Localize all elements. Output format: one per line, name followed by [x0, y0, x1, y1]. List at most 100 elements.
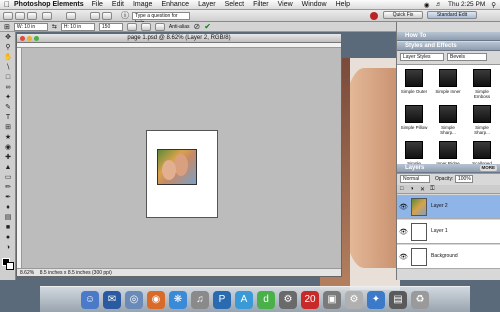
menu-enhance[interactable]: Enhance: [161, 1, 189, 8]
print-icon[interactable]: [42, 12, 52, 20]
eraser-tool-icon[interactable]: ▭: [3, 174, 13, 182]
documents-folder-icon[interactable]: ▤: [389, 290, 407, 309]
canvas-area[interactable]: [22, 48, 341, 268]
menu-layer[interactable]: Layer: [198, 1, 216, 8]
photoshop-icon[interactable]: P: [213, 290, 231, 309]
effect-tile[interactable]: Simple Sharp...: [433, 103, 463, 137]
system-preferences-icon[interactable]: ⚙: [345, 290, 363, 309]
mail-icon[interactable]: ✉: [103, 290, 121, 309]
clone-stamp-tool-icon[interactable]: ▲: [3, 164, 13, 172]
new-layer-icon[interactable]: □: [400, 186, 404, 192]
lock-icon[interactable]: ⚿: [430, 186, 435, 193]
background-color-swatch[interactable]: [6, 262, 14, 270]
effect-tile[interactable]: Simple Inner: [433, 67, 463, 101]
redo-icon[interactable]: [102, 12, 112, 20]
itunes-icon[interactable]: ♫: [191, 290, 209, 309]
how-to-panel-header[interactable]: How To: [397, 32, 500, 41]
zoom-level[interactable]: 8.62%: [20, 270, 34, 276]
menu-view[interactable]: View: [278, 1, 293, 8]
crop-tool-icon[interactable]: ⊞: [4, 23, 10, 31]
flag-icon[interactable]: [370, 12, 378, 20]
layer-row-layer-1[interactable]: 👁 Layer 1: [397, 220, 500, 244]
menu-filter[interactable]: Filter: [253, 1, 269, 8]
selection-brush-tool-icon[interactable]: ✎: [3, 104, 13, 112]
commit-icon[interactable]: ✔: [204, 22, 211, 31]
marquee-tool-icon[interactable]: □: [3, 74, 13, 82]
acrobat-icon[interactable]: A: [235, 290, 253, 309]
sponge-tool-icon[interactable]: ◑: [3, 244, 13, 252]
open-icon[interactable]: [15, 12, 25, 20]
blend-mode-select[interactable]: Normal: [400, 175, 430, 183]
volume-icon[interactable]: ♬: [436, 1, 443, 8]
lasso-tool-icon[interactable]: ∞: [3, 84, 13, 92]
utility-icon[interactable]: ⚙: [279, 290, 297, 309]
eyedropper-tool-icon[interactable]: ∖: [3, 64, 13, 72]
close-icon[interactable]: [20, 36, 25, 41]
menu-edit[interactable]: Edit: [112, 1, 124, 8]
document-title-bar[interactable]: page 1.psd @ 8.62% (Layer 2, RGB/8): [17, 34, 341, 43]
menu-select[interactable]: Select: [225, 1, 244, 8]
layer-row-background[interactable]: 👁 Background: [397, 245, 500, 269]
undo-icon[interactable]: [90, 12, 100, 20]
opacity-field[interactable]: 100%: [455, 175, 473, 183]
swap-icon[interactable]: ⇆: [52, 23, 57, 30]
apple-icon[interactable]: : [0, 0, 14, 9]
save-icon[interactable]: [27, 12, 37, 20]
new-icon[interactable]: [3, 12, 13, 20]
dreamweaver-icon[interactable]: d: [257, 290, 275, 309]
eye-icon[interactable]: 👁: [399, 203, 408, 211]
magic-wand-tool-icon[interactable]: ✦: [3, 94, 13, 102]
zoom-icon[interactable]: [34, 36, 39, 41]
effect-tile[interactable]: Simple Emboss: [467, 67, 497, 101]
layers-more-button[interactable]: MORE: [479, 165, 497, 171]
layer-2-photo[interactable]: [157, 149, 197, 185]
dashboard-icon[interactable]: ◎: [125, 290, 143, 309]
finder-icon[interactable]: ☺: [81, 290, 99, 309]
cancel-icon[interactable]: ⊘: [193, 22, 200, 31]
effect-tile[interactable]: Simple Sharp...: [467, 103, 497, 137]
photo-browser-icon[interactable]: [66, 12, 76, 20]
trash-icon[interactable]: ♻: [411, 290, 429, 309]
italic-icon[interactable]: [154, 22, 165, 31]
cookie-cutter-tool-icon[interactable]: ★: [3, 134, 13, 142]
effect-tile[interactable]: Simple Pillow: [399, 103, 429, 137]
document-size-info[interactable]: 8.5 inches x 8.5 inches (300 ppi): [40, 270, 112, 276]
app-store-icon[interactable]: ✦: [367, 290, 385, 309]
styles-category-select[interactable]: Layer Styles: [400, 53, 444, 61]
adjustment-layer-icon[interactable]: ◑: [410, 186, 414, 192]
help-search-input[interactable]: Type a question for help: [132, 12, 190, 26]
menu-window[interactable]: Window: [302, 1, 327, 8]
eye-icon[interactable]: 👁: [399, 253, 408, 261]
minimize-icon[interactable]: [27, 36, 32, 41]
crop-icon[interactable]: ⊞: [3, 124, 13, 132]
spotlight-icon[interactable]: ⚲: [491, 1, 496, 9]
height-field[interactable]: H: 10 in: [60, 22, 95, 31]
resolution-field[interactable]: 150: [98, 22, 123, 31]
brush-tool-icon[interactable]: ✒: [3, 194, 13, 202]
shape-tool-icon[interactable]: ■: [3, 224, 13, 232]
effect-tile[interactable]: Simple Outer: [399, 67, 429, 101]
standard-edit-button[interactable]: Standard Edit: [427, 11, 477, 19]
layer-row-layer-2[interactable]: 👁 Layer 2: [397, 195, 500, 219]
styles-subcategory-select[interactable]: Bevels: [447, 53, 487, 61]
safari-icon[interactable]: ❋: [169, 290, 187, 309]
healing-brush-tool-icon[interactable]: ✚: [3, 154, 13, 162]
menu-help[interactable]: Help: [336, 1, 350, 8]
bold-icon[interactable]: [140, 22, 151, 31]
pencil-tool-icon[interactable]: ✏: [3, 184, 13, 192]
layers-panel-header[interactable]: Layers MORE: [397, 164, 500, 173]
move-tool-icon[interactable]: ✥: [3, 34, 13, 42]
hand-tool-icon[interactable]: ✋: [3, 54, 13, 62]
antialias-checkbox[interactable]: Anti-alias: [169, 24, 190, 30]
firefox-icon[interactable]: ◉: [147, 290, 165, 309]
width-field[interactable]: W: 10 in: [13, 22, 48, 31]
styles-panel-header[interactable]: Styles and Effects: [397, 42, 500, 51]
app-menu[interactable]: Photoshop Elements: [14, 1, 84, 8]
quick-fix-button[interactable]: Quick Fix: [383, 11, 423, 19]
zoom-tool-icon[interactable]: ⚲: [3, 44, 13, 52]
menubar-clock[interactable]: Thu 2:25 PM: [448, 1, 485, 8]
menu-image[interactable]: Image: [133, 1, 152, 8]
help-icon[interactable]: ⓘ: [121, 11, 129, 20]
eye-icon[interactable]: 👁: [399, 228, 408, 236]
blur-tool-icon[interactable]: ●: [3, 234, 13, 242]
